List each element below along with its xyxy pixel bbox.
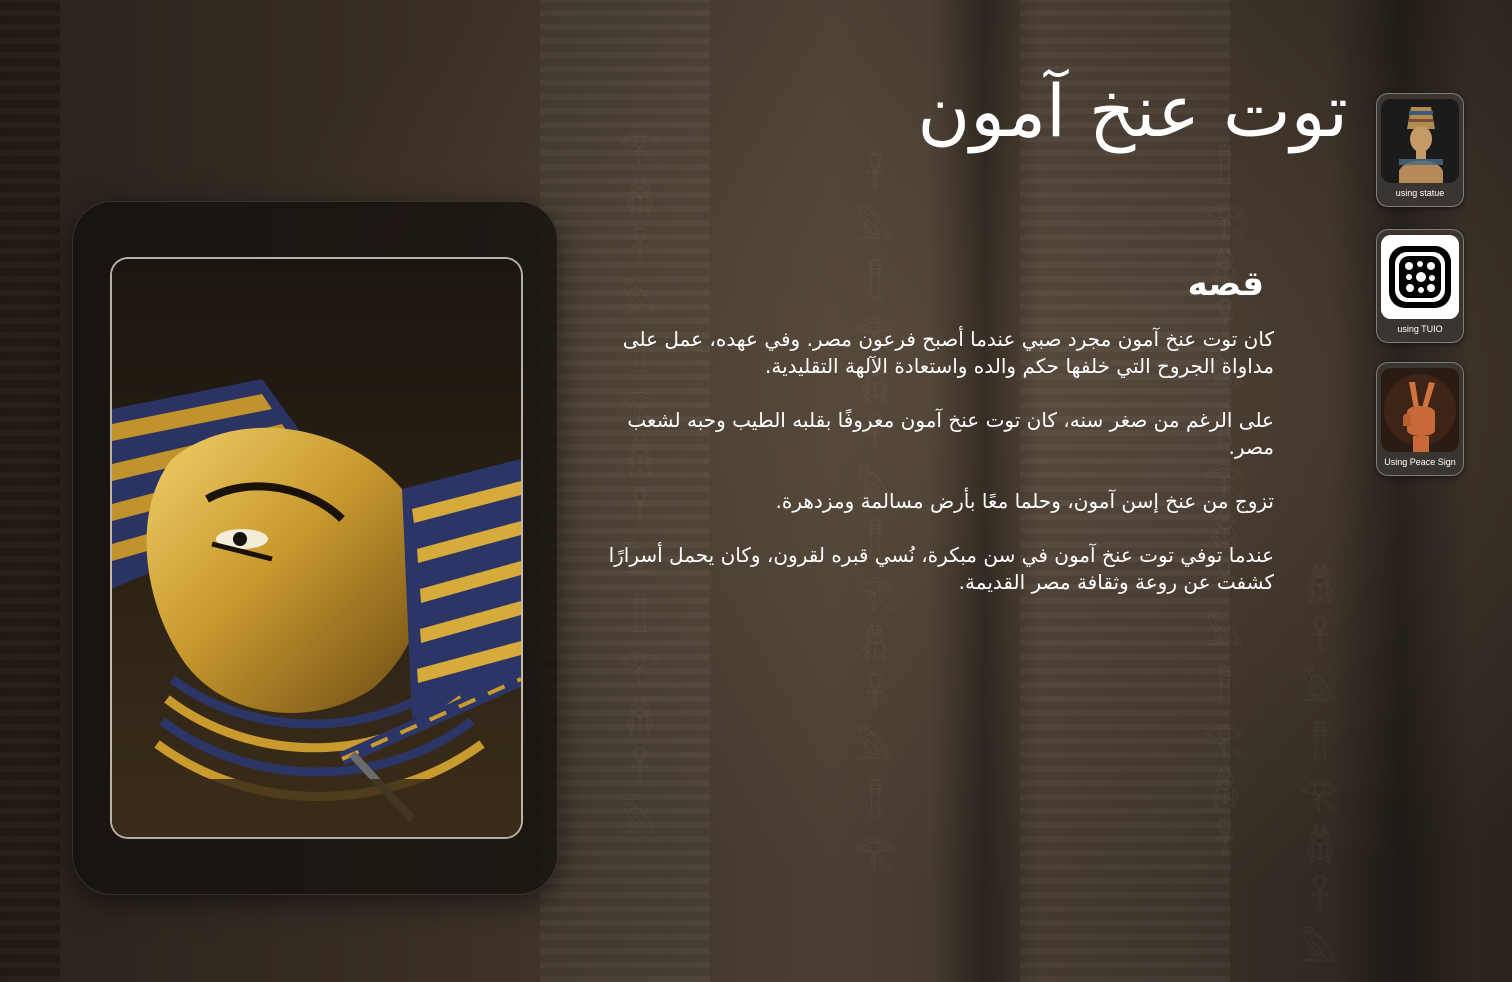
golden-mask-image xyxy=(110,257,523,839)
artifact-image-card xyxy=(72,201,558,895)
story-paragraph: على الرغم من صغر سنه، كان توت عنخ آمون م… xyxy=(627,408,1274,459)
mode-card-tuio[interactable]: using TUIO xyxy=(1376,229,1464,343)
peace-sign-hand-icon xyxy=(1381,368,1459,452)
story-paragraph: عندما توفي توت عنخ آمون في سن مبكرة، نُس… xyxy=(608,543,1274,594)
mode-label: using TUIO xyxy=(1397,324,1443,334)
page: 𓂀𓆣𓋹𓅓𓊽𓂀𓆣𓋹𓅓𓊽𓂀𓆣𓋹𓅓 𓋹𓅓𓊽𓂀𓆣𓋹𓅓𓊽𓂀𓆣𓋹𓅓𓊽𓂀 𓊽𓂀𓆣𓋹𓅓𓊽𓂀𓆣𓋹𓅓… xyxy=(0,0,1512,982)
page-title: توت عنخ آمون xyxy=(917,69,1348,153)
mode-label: using statue xyxy=(1395,188,1445,198)
statue-icon xyxy=(1381,99,1459,183)
story-paragraph: تزوج من عنخ إسن آمون، وحلما معًا بأرض مس… xyxy=(775,489,1275,513)
story-text: كان توت عنخ آمون مجرد صبي عندما أصبح فرع… xyxy=(600,326,1274,623)
golden-mask-illustration xyxy=(112,259,521,837)
hieroglyph-decoration: 𓆣𓋹𓅓𓊽𓂀𓆣𓋹𓅓 xyxy=(1298,566,1342,970)
background-pillar xyxy=(0,0,60,982)
story-paragraph: كان توت عنخ آمون مجرد صبي عندما أصبح فرع… xyxy=(622,327,1274,378)
mode-card-peace-sign[interactable]: Using Peace Sign xyxy=(1376,362,1464,476)
section-heading: قصه xyxy=(1187,264,1264,304)
tuio-marker-icon xyxy=(1381,235,1459,319)
mode-label: Using Peace Sign xyxy=(1384,457,1456,467)
mode-card-statue[interactable]: using statue xyxy=(1376,93,1464,207)
